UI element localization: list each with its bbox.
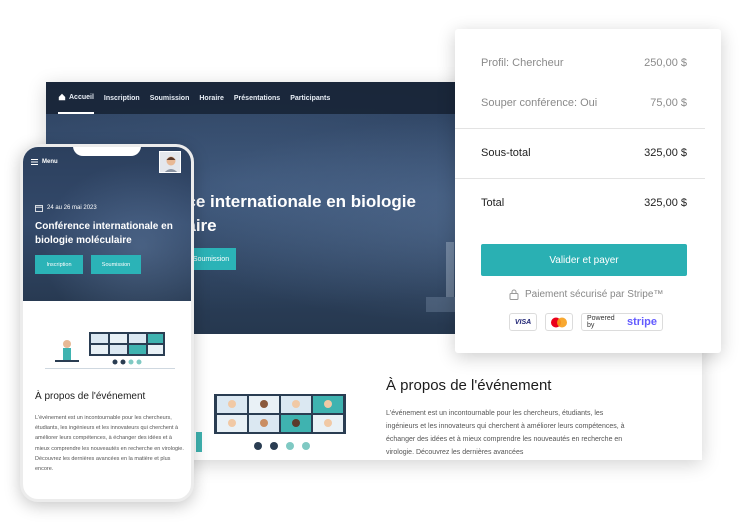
divider	[455, 178, 705, 179]
video-conference-illustration	[196, 394, 346, 452]
visa-text: VISA	[514, 318, 532, 326]
avatar[interactable]	[159, 151, 181, 173]
nav-item-participants[interactable]: Participants	[290, 82, 330, 114]
event-date-text: 24 au 26 mai 2023	[47, 205, 97, 211]
nav-item-label: Horaire	[199, 94, 224, 102]
divider	[455, 128, 705, 129]
nav-item-horaire[interactable]: Horaire	[199, 82, 224, 114]
person-icon	[160, 152, 180, 172]
mastercard-logo	[545, 313, 573, 331]
powered-by-stripe-badge: Powered by stripe	[581, 313, 663, 331]
nav-item-label: Participants	[290, 94, 331, 102]
desktop-about-title: À propos de l'événement	[386, 377, 552, 394]
menu-button[interactable]: Menu	[31, 159, 58, 165]
mobile-mockup: Menu 24 au 26 mai 2023 Conférence intern…	[20, 144, 194, 502]
secure-text: Paiement sécurisé par Stripe™	[525, 289, 664, 300]
screenshot-stage: Accueil Inscription Soumission Horaire P…	[0, 0, 750, 524]
payment-badges: VISA Powered by stripe	[509, 313, 663, 331]
line-item-souper: Souper conférence: Oui 75,00 $	[481, 97, 687, 109]
nav-item-accueil[interactable]: Accueil	[58, 82, 94, 114]
calendar-icon	[35, 205, 43, 212]
hamburger-icon	[31, 159, 38, 165]
powered-by-text: Powered by	[587, 315, 615, 329]
phone-notch	[73, 147, 141, 156]
total-amount: 325,00 $	[644, 197, 687, 209]
inscription-button[interactable]: Inscription	[35, 255, 83, 274]
mobile-about-title: À propos de l'événement	[35, 391, 146, 402]
total-label: Total	[481, 197, 505, 209]
desktop-about-text: L'événement est un incontournable pour l…	[386, 410, 625, 456]
secure-payment-note: Paiement sécurisé par Stripe™	[509, 289, 663, 300]
nav-item-label: Accueil	[69, 93, 94, 101]
total-row: Total 325,00 $	[481, 197, 687, 209]
line-item-amount: 250,00 $	[644, 57, 687, 69]
mastercard-icon	[551, 317, 567, 327]
menu-label: Menu	[42, 159, 58, 165]
stripe-logo-text: stripe	[627, 316, 657, 328]
line-item-amount: 75,00 $	[650, 97, 687, 109]
mobile-about-text: L'événement est un incontournable pour l…	[35, 415, 184, 473]
subtotal-label: Sous-total	[481, 147, 531, 159]
visa-logo: VISA	[509, 313, 537, 331]
nav-item-soumission[interactable]: Soumission	[150, 82, 190, 114]
lock-icon	[509, 289, 519, 300]
home-icon	[58, 93, 66, 101]
line-item-label: Souper conférence: Oui	[481, 97, 598, 109]
mobile-event-title: Conférence internationale en biologie mo…	[35, 221, 173, 246]
nav-item-label: Présentations	[233, 94, 281, 102]
nav-item-inscription[interactable]: Inscription	[104, 82, 140, 114]
line-item-label: Profil: Chercheur	[481, 57, 564, 69]
nav-item-label: Soumission	[149, 94, 190, 102]
video-conference-illustration	[45, 332, 175, 369]
line-item-profil: Profil: Chercheur 250,00 $	[481, 57, 687, 69]
payment-summary-card: Profil: Chercheur 250,00 $ Souper confér…	[455, 29, 721, 353]
nav-item-presentations[interactable]: Présentations	[234, 82, 280, 114]
desktop-hero-title: nce internationale en biologie naire	[176, 192, 416, 235]
soumission-button[interactable]: Soumission	[91, 255, 141, 274]
nav-item-label: Inscription	[103, 94, 140, 102]
pay-button[interactable]: Valider et payer	[481, 244, 687, 276]
subtotal-amount: 325,00 $	[644, 147, 687, 159]
subtotal-row: Sous-total 325,00 $	[481, 147, 687, 159]
event-date: 24 au 26 mai 2023	[35, 204, 97, 212]
mobile-hero: Menu 24 au 26 mai 2023 Conférence intern…	[23, 147, 191, 301]
